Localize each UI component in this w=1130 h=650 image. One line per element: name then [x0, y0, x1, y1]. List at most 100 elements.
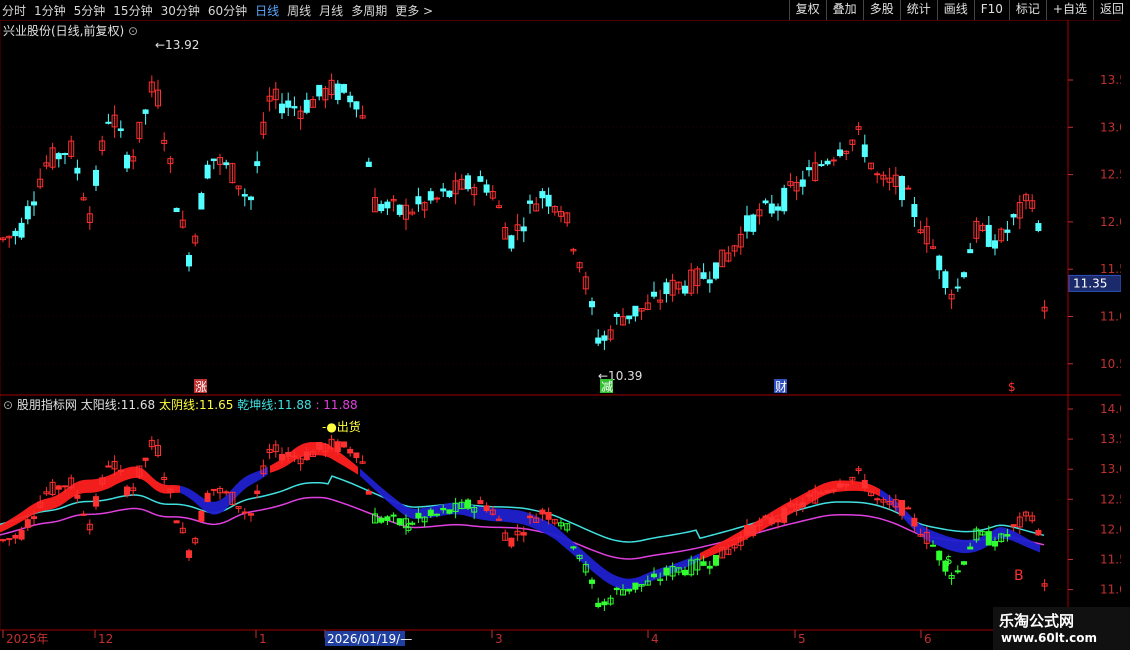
date-label: 6: [924, 632, 932, 646]
indicator-candle-body: [762, 515, 769, 518]
candle-body: [1010, 214, 1017, 218]
candle-body: [818, 164, 825, 167]
indicator-candle-body: [396, 518, 403, 526]
candle-body: [651, 291, 657, 297]
indicator-candle-body: [874, 498, 881, 501]
candle-body: [775, 206, 781, 211]
indicator-candle-body: [24, 519, 31, 528]
indicator-candle-body: [595, 602, 602, 608]
sun-ribbon: [700, 480, 880, 561]
toolbar-button[interactable]: 画线: [936, 0, 974, 20]
date-cursor-label: 2026/01/19/—: [327, 632, 412, 646]
candle-body: [74, 167, 81, 174]
period-tab[interactable]: 多周期: [351, 2, 387, 19]
period-tab[interactable]: 5分钟: [74, 2, 106, 19]
indicator-candle-body: [316, 442, 323, 450]
candle-body: [781, 187, 788, 212]
candle-body: [589, 301, 595, 308]
period-tab[interactable]: 月线: [319, 2, 343, 19]
period-tab[interactable]: 分时: [2, 2, 26, 19]
candle-body: [744, 215, 750, 232]
moon-ribbon: [880, 489, 1040, 554]
period-tab[interactable]: 30分钟: [161, 2, 200, 19]
candle-body: [117, 128, 124, 132]
candle-body: [961, 272, 967, 278]
period-tab[interactable]: 1分钟: [34, 2, 66, 19]
candle-body: [520, 226, 527, 232]
indicator-candle-body: [520, 532, 527, 536]
indicator-candle-body: [198, 510, 205, 522]
toolbar-button[interactable]: 复权: [788, 0, 826, 20]
toolbar-button[interactable]: +自选: [1045, 0, 1093, 20]
candle-body: [527, 200, 533, 204]
indicator-candle-body: [142, 457, 149, 461]
chart-border: [0, 20, 1069, 631]
indicator-candle-body: [204, 492, 211, 502]
indicator-candle-body: [117, 469, 124, 472]
candle-body: [682, 285, 688, 294]
candle-body: [539, 191, 546, 199]
candle-body: [446, 190, 453, 198]
indicator-candle-body: [861, 479, 868, 489]
indicator-candle-body: [31, 516, 37, 520]
indicator-candle-body: [483, 505, 490, 511]
indicator-candle-body: [799, 502, 806, 508]
period-tab[interactable]: 更多 >: [395, 2, 433, 19]
indicator-candle-body: [570, 546, 577, 549]
candle-body: [942, 271, 949, 289]
indicator-candle-body: [74, 494, 81, 499]
toolbar-button[interactable]: 标记: [1008, 0, 1046, 20]
indicator-candle-body: [55, 485, 62, 490]
candle-body: [613, 313, 620, 317]
indicator-candle-body: [682, 569, 688, 576]
indicator-candle-body: [6, 538, 13, 541]
candle-body: [874, 173, 881, 176]
event-marker-label: 减: [601, 380, 613, 394]
toolbar-button[interactable]: 返回: [1092, 0, 1130, 20]
indicator-candle-body: [279, 453, 285, 461]
event-marker-label: $: [1008, 380, 1016, 394]
dropdown-icon: ⊙: [128, 24, 139, 38]
candle-body: [824, 160, 831, 165]
candle-body: [985, 224, 992, 247]
buy-mark: $: [405, 520, 413, 534]
indicator-candle-body: [589, 579, 595, 584]
candle-body: [434, 197, 440, 200]
period-tab[interactable]: 周线: [287, 2, 311, 19]
candle-body: [396, 204, 403, 215]
toolbar-button[interactable]: 多股: [862, 0, 900, 20]
candle-body: [316, 84, 323, 97]
period-tab[interactable]: 日线: [255, 2, 279, 19]
candle-body: [508, 235, 515, 249]
indicator-candle-body: [241, 511, 248, 514]
indicator-candle-body: [210, 488, 217, 491]
indicator-candle-body: [775, 519, 781, 523]
candle-body: [341, 84, 347, 93]
indicator-candle-body: [954, 570, 961, 573]
date-label: 5: [798, 632, 806, 646]
toolbar-button[interactable]: 叠加: [825, 0, 863, 20]
toolbar-button[interactable]: 统计: [899, 0, 937, 20]
indicator-candle-body: [613, 587, 620, 591]
action-buttons: 复权 叠加 多股 统计 画线 F10 标记 +自选 返回: [788, 0, 1130, 20]
candle-body: [186, 254, 192, 267]
indicator-candle-body: [384, 516, 391, 521]
period-tabs: 分时 1分钟 5分钟 15分钟 30分钟 60分钟 日线 周线 月线 多周期 更多 >: [2, 0, 441, 20]
toolbar-button[interactable]: F10: [973, 0, 1009, 20]
date-label: 1: [259, 632, 267, 646]
candle-body: [124, 154, 130, 169]
indicator-candle-body: [706, 565, 713, 569]
indicator-candle-body: [365, 490, 372, 495]
indicator-candle-body: [390, 514, 397, 517]
candle-body: [378, 203, 385, 212]
indicator-candle-body: [967, 546, 974, 550]
candle-body: [545, 194, 552, 207]
indicator-candle-body: [824, 490, 831, 493]
kline-chart[interactable]: 13.5013.0012.5012.0011.5011.0010.5011.35…: [0, 20, 1130, 650]
candle-body: [365, 161, 372, 168]
indicator-candle-body: [837, 483, 843, 488]
period-tab[interactable]: 60分钟: [208, 2, 247, 19]
period-tab[interactable]: 15分钟: [113, 2, 152, 19]
candle-body: [55, 153, 62, 160]
indicator-candle-body: [93, 496, 99, 507]
